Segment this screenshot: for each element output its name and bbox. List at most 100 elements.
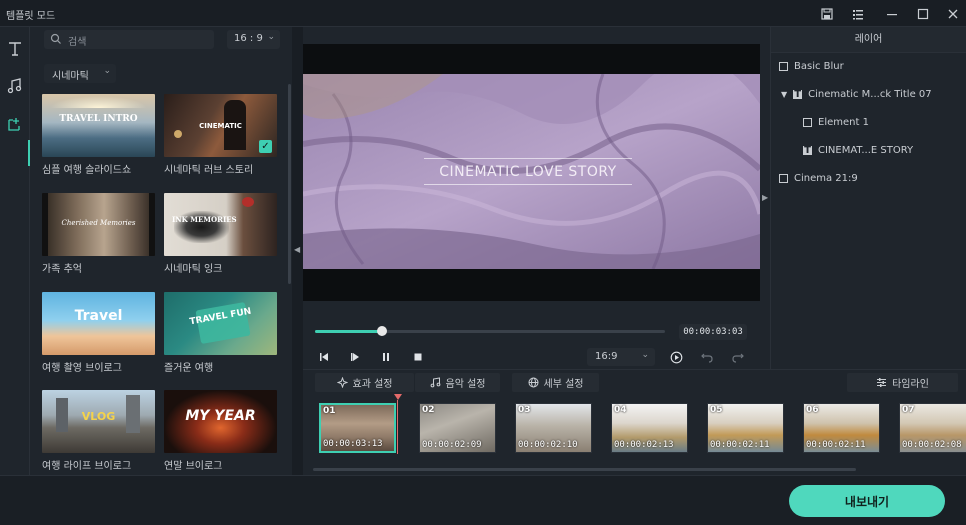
template-card[interactable]: TRAVEL FUN 즐거운 여행 [164,292,277,374]
template-tool-icon[interactable] [0,110,30,138]
timeline-icon [877,378,887,387]
timeline-clip[interactable]: 07 00:00:02:08 [899,403,966,453]
ratio-select[interactable]: 16 : 9 ⌄ [227,30,280,49]
tab-effects[interactable]: 효과 설정 [315,373,414,392]
collapse-left-icon[interactable]: ◀ [294,245,300,254]
thumbnail-overlay: CINEMATIC [199,122,242,130]
template-card[interactable]: TRAVEL INTRO 심플 여행 슬라이드쇼 [42,94,155,176]
clip-number: 02 [422,405,435,415]
clip-number: 06 [806,405,819,415]
template-thumbnail: VLOG [42,390,155,453]
playhead-marker[interactable] [394,394,402,400]
preview-panel: CINEMATIC LOVE STORY 00:00:03:03 16:9 ⌄ [303,27,760,369]
template-label: 시네마틱 잉크 [164,264,223,275]
clip-number: 03 [518,405,531,415]
layer-item[interactable]: Cinema 21:9 [779,170,858,186]
tab-timeline-label: 타임라인 [892,379,929,390]
redo-icon[interactable] [729,349,747,365]
clip-duration: 00:00:03:13 [323,439,383,449]
progress-knob[interactable] [376,326,387,336]
prev-frame-icon[interactable] [315,349,333,365]
video-overlay-title: CINEMATIC LOVE STORY [424,158,632,185]
search-input[interactable]: 검색 [44,30,214,49]
layer-item[interactable]: T CINEMAT...E STORY [803,142,913,158]
template-card[interactable]: Cherished Memories 가족 추억 [42,193,155,275]
undo-icon[interactable] [698,349,716,365]
title-bar: 템플릿 모드 [0,0,966,27]
collapse-right-icon[interactable]: ▶ [762,193,768,202]
snapshot-icon[interactable] [667,349,685,365]
progress-slider[interactable] [315,326,665,336]
footer-bar: 내보내기 [0,475,966,525]
layer-label: Element 1 [818,116,869,128]
layers-header: 레이어 [771,27,966,53]
music-tool-icon[interactable] [0,72,30,100]
tab-music[interactable]: 음악 설정 [415,373,500,392]
template-label: 즐거운 여행 [164,363,214,374]
thumbnail-overlay: Travel [74,308,123,324]
timeline-clip[interactable]: 03 00:00:02:10 [515,403,592,453]
save-icon[interactable] [817,4,837,24]
tab-details[interactable]: 세부 설정 [512,373,599,392]
layers-panel: 레이어 Basic Blur ▼ T Cinematic M...ck Titl… [770,27,966,369]
category-select[interactable]: 시네마틱 ⌄ [44,64,116,83]
timeline-clip[interactable]: 02 00:00:02:09 [419,403,496,453]
layer-item[interactable]: ▼ T Cinematic M...ck Title 07 [781,86,932,102]
aspect-select[interactable]: 16:9 ⌄ [587,348,655,366]
minimize-icon[interactable] [882,4,902,24]
templates-scrollbar[interactable] [288,84,291,284]
clip-number: 07 [902,405,915,415]
timeline-clip[interactable]: 01 00:00:03:13 [319,403,396,453]
template-thumbnail: TRAVEL FUN [164,292,277,355]
timeline-scrollbar[interactable] [313,468,856,471]
layer-element-icon [779,173,788,183]
clip-duration: 00:00:02:10 [518,440,578,450]
list-icon[interactable] [848,4,868,24]
template-card[interactable]: Travel 여행 촬영 브이로그 [42,292,155,374]
template-thumbnail: CINEMATIC ✓ [164,94,277,157]
template-thumbnail: Cherished Memories [42,193,155,256]
play-icon[interactable] [346,349,364,365]
template-label: 시네마틱 러브 스토리 [164,165,254,176]
timeline-clip[interactable]: 05 00:00:02:11 [707,403,784,453]
timeline-clip[interactable]: 06 00:00:02:11 [803,403,880,453]
aspect-value: 16:9 [595,351,618,362]
clip-duration: 00:00:02:13 [614,440,674,450]
maximize-icon[interactable] [913,4,933,24]
template-card[interactable]: CINEMATIC ✓ 시네마틱 러브 스토리 [164,94,277,176]
expand-arrow-icon[interactable]: ▼ [781,90,787,99]
layer-label: Basic Blur [794,60,844,72]
close-icon[interactable] [943,4,963,24]
stop-icon[interactable] [409,349,427,365]
layer-item[interactable]: Basic Blur [779,58,844,74]
tab-effects-label: 효과 설정 [352,379,393,390]
layer-element-icon [803,117,812,127]
layer-text-icon: T [793,88,803,100]
video-frame: CINEMATIC LOVE STORY [303,74,760,269]
tab-details-label: 세부 설정 [543,379,584,390]
pause-icon[interactable] [377,349,395,365]
layer-item[interactable]: Element 1 [803,114,869,130]
template-card[interactable]: VLOG 여행 라이프 브이로그 [42,390,155,472]
globe-icon [528,377,538,388]
text-tool-icon[interactable] [0,35,30,63]
thumbnail-overlay: VLOG [81,410,116,423]
clip-number: 04 [614,405,627,415]
video-player: CINEMATIC LOVE STORY [303,44,760,301]
left-rail [0,27,30,475]
template-card[interactable]: MY YEAR 연말 브이로그 [164,390,277,472]
template-card[interactable]: INK MEMORIES 시네마틱 잉크 [164,193,277,275]
layer-label: Cinema 21:9 [794,172,858,184]
playhead-line [397,400,398,454]
timeline-clip[interactable]: 04 00:00:02:13 [611,403,688,453]
export-button[interactable]: 내보내기 [789,485,945,517]
clip-number: 01 [323,406,336,416]
tab-timeline[interactable]: 타임라인 [847,373,958,392]
category-value: 시네마틱 [52,71,89,82]
layer-text-icon: T [803,144,812,156]
ratio-value: 16 : 9 [234,33,263,44]
template-label: 심플 여행 슬라이드쇼 [42,165,132,176]
chevron-down-icon: ⌄ [103,66,111,76]
chevron-down-icon: ⌄ [641,350,649,360]
chevron-down-icon: ⌄ [267,32,275,42]
